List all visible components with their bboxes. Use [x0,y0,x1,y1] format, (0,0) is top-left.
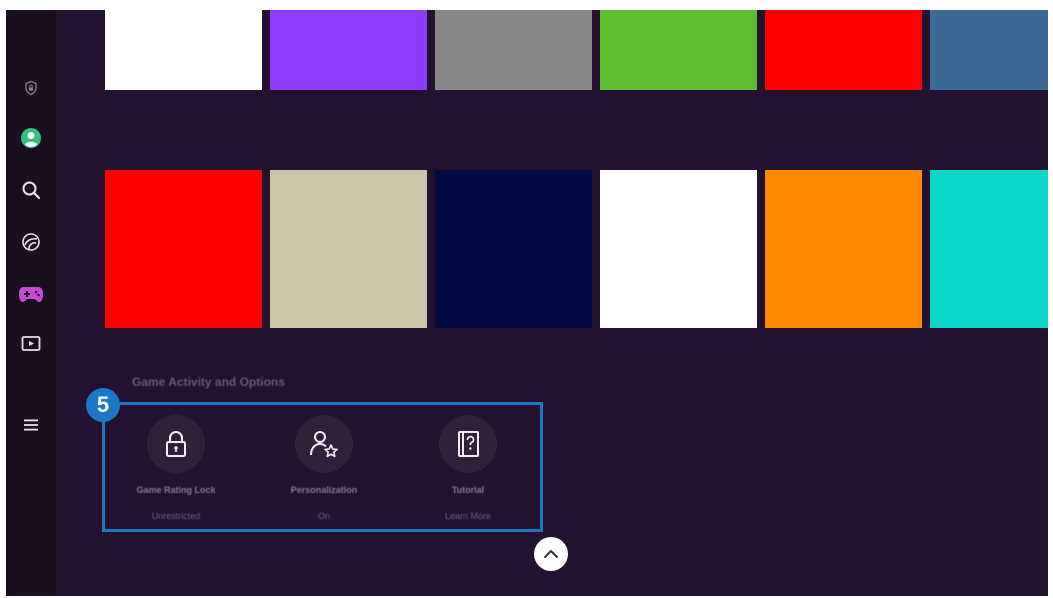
sidebar-item-profile[interactable] [16,123,46,153]
game-controller-icon [19,287,43,302]
menu-icon [24,419,38,431]
person-star-icon [310,431,338,458]
shield-lock-icon [25,80,37,96]
sidebar-item-search[interactable] [16,175,46,205]
search-icon [22,181,41,200]
option-value: Learn More [444,511,492,521]
sidebar-item-menu[interactable] [16,410,46,440]
option-personalization[interactable]: Personalization On [254,415,394,521]
tile-middle-6[interactable] [930,170,1048,328]
chevron-up-icon [544,550,558,558]
tile-middle-1[interactable] [105,170,262,328]
sidebar-item-ambient[interactable] [16,227,46,257]
option-value: On [317,511,330,521]
option-label: Personalization [290,485,358,495]
tile-middle-2[interactable] [270,170,427,328]
option-game-rating-lock[interactable]: Game Rating Lock Unrestricted [106,415,246,521]
tile-top-1[interactable] [105,10,262,90]
option-value: Unrestricted [151,511,201,521]
ambient-icon [22,233,40,251]
tile-middle-3[interactable] [435,170,592,328]
media-icon [21,336,41,351]
tile-middle-4[interactable] [600,170,757,328]
sidebar-item-gaming[interactable] [16,279,46,309]
tutorial-book-icon [458,431,479,457]
tile-top-4[interactable] [600,10,757,90]
sidebar [6,10,56,596]
tile-top-3[interactable] [435,10,592,90]
sidebar-item-privacy[interactable] [16,73,46,103]
tile-top-2[interactable] [270,10,427,90]
tile-top-6[interactable] [930,10,1048,90]
section-title: Game Activity and Options [132,375,285,389]
game-hub-screen: Game Activity and Options 5 Game Rating … [6,10,1048,596]
tile-middle-5[interactable] [765,170,922,328]
profile-icon [21,128,41,148]
lock-icon [166,431,186,457]
sidebar-item-media[interactable] [16,329,46,359]
option-label: Tutorial [451,485,485,495]
tile-top-5[interactable] [765,10,922,90]
option-label: Game Rating Lock [136,485,216,495]
option-tutorial[interactable]: Tutorial Learn More [398,415,538,521]
scroll-up-button[interactable] [534,537,568,571]
